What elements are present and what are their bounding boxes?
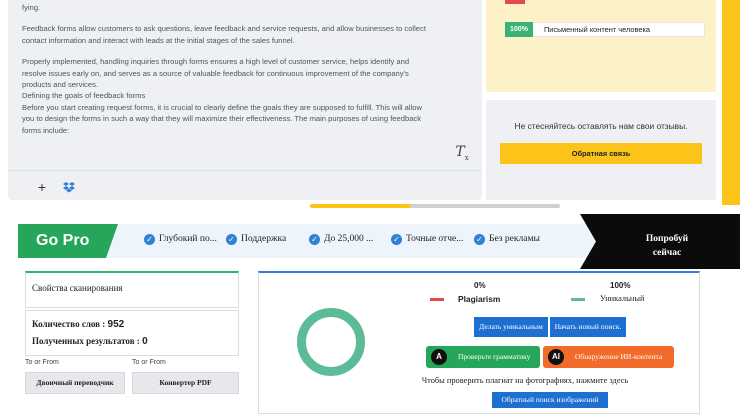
uniqueness-ring — [297, 308, 365, 376]
plagiarism-legend-swatch — [430, 298, 444, 301]
check-icon: ✓ — [309, 234, 320, 245]
unique-label: Уникальный — [600, 294, 645, 303]
feedback-button[interactable]: Обратная связь — [500, 143, 702, 164]
scan-stats-card: Количество слов : 952 Полученных результ… — [25, 310, 239, 356]
grammar-check-button[interactable]: A Проверьте грамматику — [426, 346, 540, 368]
add-button[interactable]: + — [35, 180, 49, 194]
scan-properties-card: Свойства сканирования — [25, 271, 239, 308]
tool-caption: To or From — [132, 359, 166, 366]
editor-line: Feedback forms allow customers to ask qu… — [22, 24, 426, 34]
check-icon: ✓ — [144, 234, 155, 245]
check-icon: ✓ — [474, 234, 485, 245]
check-icon: ✓ — [226, 234, 237, 245]
feedback-prompt: Не стесняйтесь оставлять нам свои отзывы… — [514, 121, 688, 131]
result-summary-panel — [486, 0, 716, 92]
clear-formatting-icon[interactable]: Tx — [452, 142, 472, 162]
pdf-converter-button[interactable]: Конвертер PDF — [132, 372, 239, 394]
check-icon: ✓ — [391, 234, 402, 245]
dropbox-icon[interactable] — [63, 181, 75, 193]
unique-percent: 100% — [610, 281, 631, 290]
make-unique-button[interactable]: Делать уникальным — [474, 317, 548, 337]
editor-line: forms include: — [22, 125, 70, 135]
binary-translator-button[interactable]: Двоичный переводчик — [25, 372, 125, 394]
plagiarism-percent: 0% — [474, 281, 486, 290]
grammar-icon: A — [431, 349, 447, 365]
plagiarism-label: Plagiarism — [458, 294, 501, 304]
editor-line: Properly implemented, handling inquiries… — [22, 57, 410, 67]
human-content-row: Письменный контент человека — [505, 22, 705, 37]
results-count: Полученных результатов : 0 — [32, 336, 148, 347]
new-search-button[interactable]: Начать новый поиск. — [550, 317, 626, 337]
collapsed-preview-strip — [150, 202, 570, 214]
side-accent-bar — [722, 0, 740, 205]
editor-line: Before you start creating request forms,… — [22, 102, 422, 112]
word-count: Количество слов : 952 — [32, 319, 125, 330]
reverse-image-search-button[interactable]: Обратный поиск изображений — [492, 392, 608, 408]
feature-item: ✓ Поддержка — [226, 232, 286, 246]
editor-line: contact information and interact with le… — [22, 35, 295, 45]
feature-item: ✓ Без рекламы — [474, 232, 540, 246]
editor-line: fying. — [22, 3, 41, 12]
editor-line: you to design the forms in such a way th… — [22, 114, 422, 124]
unique-legend-swatch — [571, 298, 585, 301]
feature-item: ✓ До 25,000 ... — [309, 232, 373, 246]
try-now-label[interactable]: Попробуй сейчас — [612, 232, 722, 260]
editor-line: products and services. — [22, 80, 98, 90]
editor-divider — [8, 170, 482, 171]
progress-line — [310, 204, 560, 208]
go-pro-button[interactable]: Go Pro — [18, 224, 118, 258]
human-content-label: Письменный контент человека — [544, 25, 650, 34]
ai-content-indicator — [505, 0, 525, 4]
human-content-badge: 100% — [505, 22, 533, 37]
editor-line: Defining the goals of feedback forms — [22, 91, 146, 101]
tool-caption: To or From — [25, 359, 59, 366]
photo-check-note: Чтобы проверить плагиат на фотографиях, … — [421, 376, 629, 385]
editor-line: resolve issues early on, and serves as a… — [22, 68, 409, 78]
editor-content[interactable]: fying. Feedback forms allow customers to… — [22, 2, 470, 136]
scan-properties-title: Свойства сканирования — [32, 283, 123, 293]
ai-icon: AI — [548, 349, 564, 365]
feature-item: ✓ Глубокий по... — [144, 232, 217, 246]
ai-detection-button[interactable]: AI Обнаружение ИИ-контента — [543, 346, 674, 368]
feature-item: ✓ Точные отче... — [391, 232, 463, 246]
